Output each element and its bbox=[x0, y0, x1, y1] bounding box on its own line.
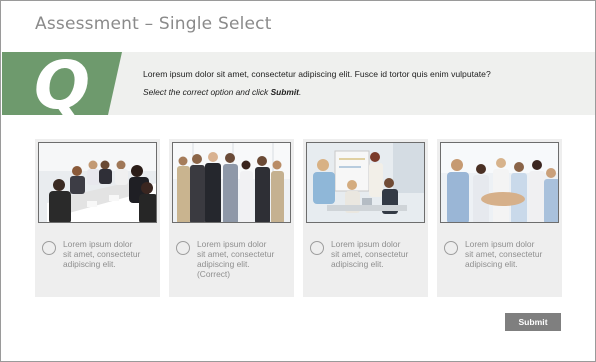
option-card-1[interactable]: Lorem ipsum dolor sit amet, consectetur … bbox=[35, 139, 160, 297]
option-radio-3[interactable] bbox=[310, 241, 324, 255]
option-label-3: Lorem ipsum dolor sit amet, consectetur … bbox=[331, 239, 409, 269]
option-label-2: Lorem ipsum dolor sit amet, consectetur … bbox=[197, 239, 275, 279]
slide-frame: Assessment – Single Select Q Lorem ipsum… bbox=[0, 0, 596, 362]
team-huddle-photo bbox=[440, 142, 559, 223]
instruction-text: Select the correct option and click Subm… bbox=[143, 87, 301, 97]
page-title: Assessment – Single Select bbox=[35, 14, 272, 34]
instruction-action: Submit bbox=[270, 87, 299, 97]
option-card-3[interactable]: Lorem ipsum dolor sit amet, consectetur … bbox=[303, 139, 428, 297]
question-badge-icon: Q bbox=[2, 52, 122, 115]
presentation-photo bbox=[306, 142, 425, 223]
submit-button[interactable]: Submit bbox=[505, 313, 561, 331]
option-radio-1[interactable] bbox=[42, 241, 56, 255]
option-radio-4[interactable] bbox=[444, 241, 458, 255]
business-meeting-photo bbox=[38, 142, 157, 223]
question-text: Lorem ipsum dolor sit amet, consectetur … bbox=[143, 69, 491, 79]
option-radio-2[interactable] bbox=[176, 241, 190, 255]
option-label-1: Lorem ipsum dolor sit amet, consectetur … bbox=[63, 239, 141, 269]
option-card-4[interactable]: Lorem ipsum dolor sit amet, consectetur … bbox=[437, 139, 562, 297]
option-label-4: Lorem ipsum dolor sit amet, consectetur … bbox=[465, 239, 543, 269]
instruction-suffix: . bbox=[298, 87, 302, 97]
team-group-photo bbox=[172, 142, 291, 223]
instruction-prefix: Select the correct option and click bbox=[143, 87, 271, 97]
option-card-2[interactable]: Lorem ipsum dolor sit amet, consectetur … bbox=[169, 139, 294, 297]
question-badge-letter: Q bbox=[34, 52, 90, 115]
